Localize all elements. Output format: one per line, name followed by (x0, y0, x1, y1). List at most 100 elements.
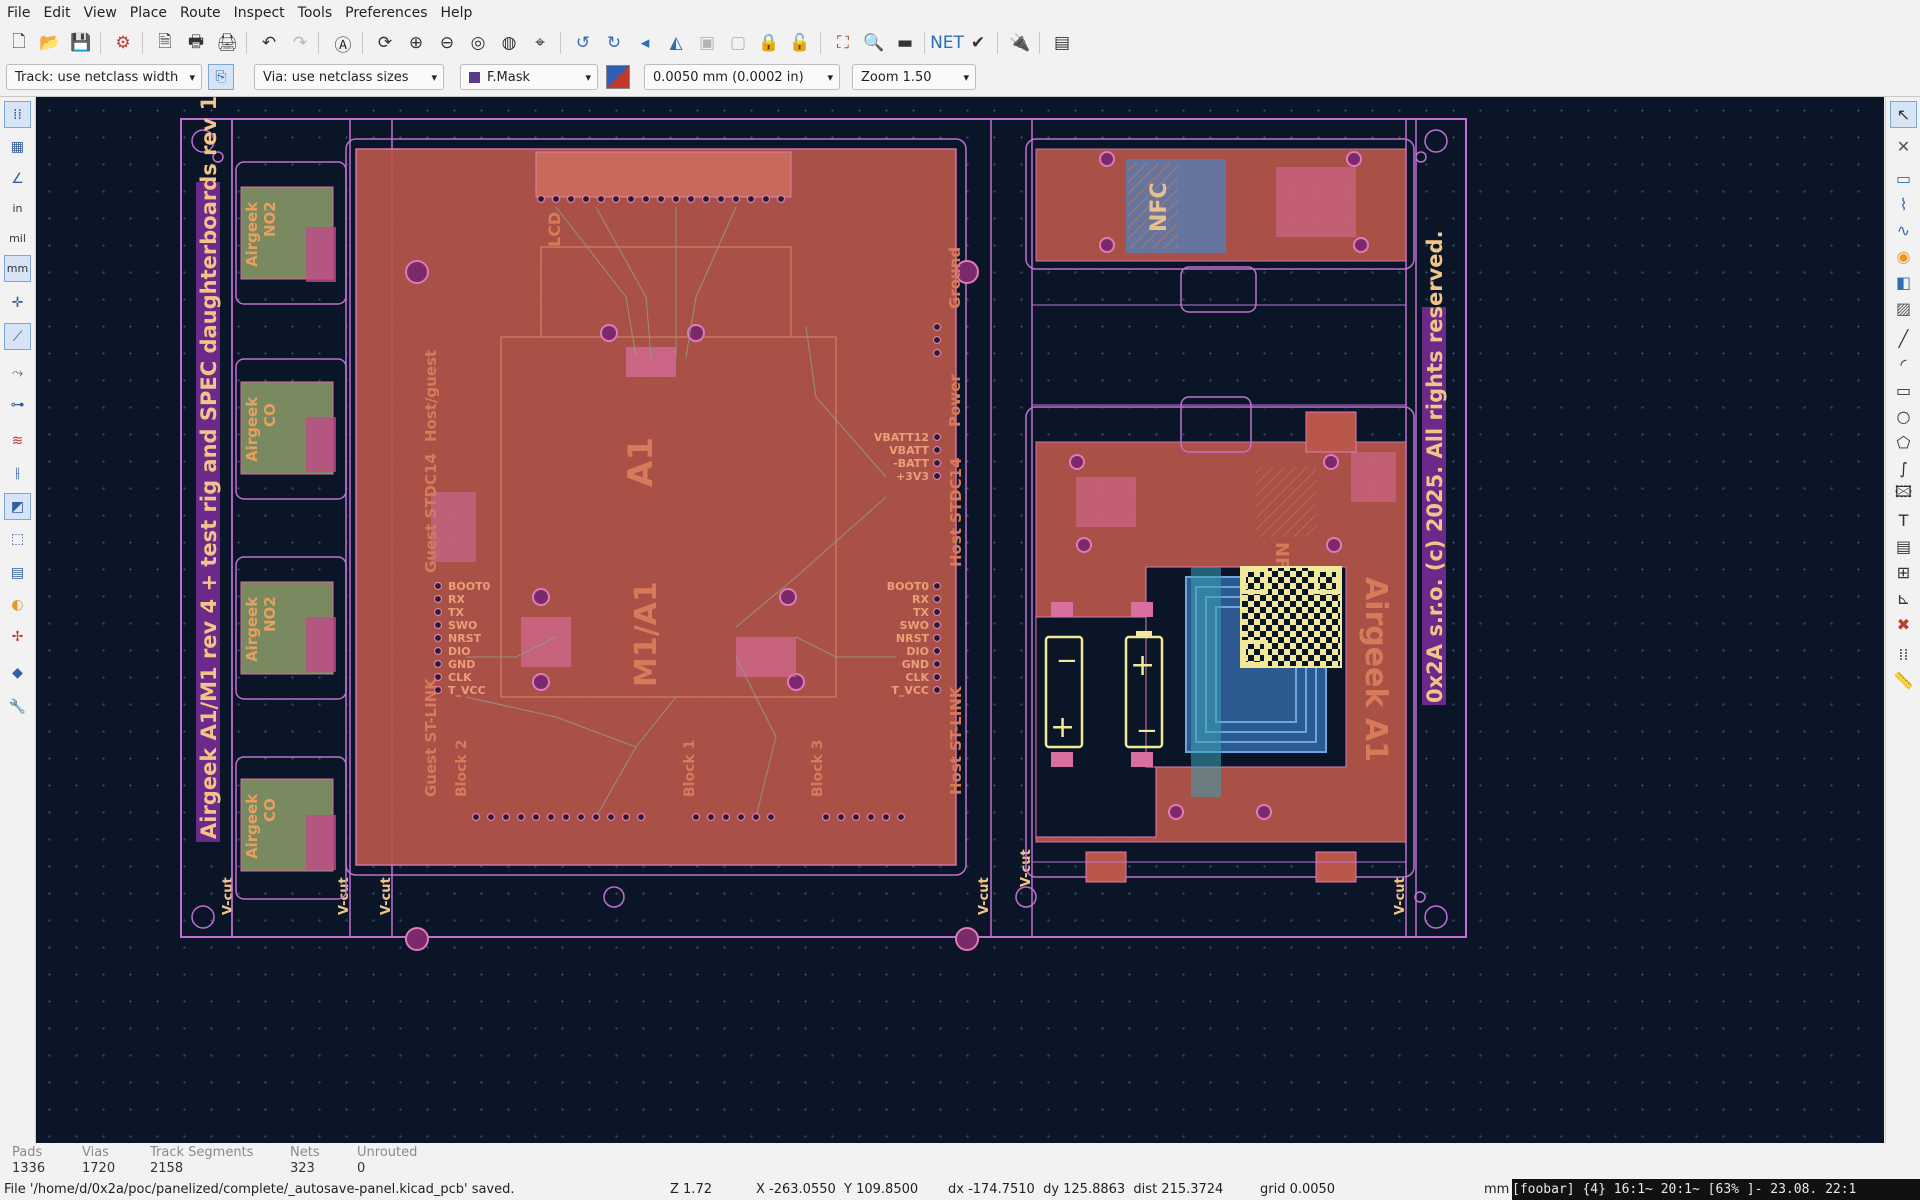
3d-viewer-icon[interactable]: ▬ (892, 30, 918, 56)
menu-tools[interactable]: Tools (291, 1, 339, 25)
chevron-down-icon: ▾ (585, 71, 591, 84)
draw-line-icon[interactable]: ╱ (1890, 325, 1917, 352)
draw-circle-icon[interactable]: ○ (1890, 403, 1917, 430)
units-mil-button[interactable]: mil (4, 225, 31, 252)
add-via-icon[interactable]: ◉ (1890, 243, 1917, 270)
zone-fill-icon[interactable]: ◩ (4, 493, 31, 520)
properties-panel-icon[interactable]: 🔧 (4, 693, 31, 720)
rotate-ccw-icon[interactable]: ↺ (570, 30, 596, 56)
curved-ratsnest-icon[interactable]: ⤳ (4, 359, 31, 386)
auto-track-width-icon[interactable]: ⎘ (208, 64, 234, 90)
draw-polygon-icon[interactable]: ⬠ (1890, 429, 1917, 456)
menu-preferences[interactable]: Preferences (338, 1, 433, 25)
delete-tool-icon[interactable]: ✖ (1890, 611, 1917, 638)
add-footprint-icon[interactable]: ▭ (1890, 165, 1917, 192)
rule-area-icon[interactable]: ▨ (1890, 295, 1917, 322)
redo-icon[interactable]: ↷ (287, 30, 313, 56)
layer-pair-icon[interactable] (606, 65, 630, 89)
drc-markers-icon[interactable]: ✢ (4, 623, 31, 650)
mirror-icon[interactable]: ◭ (663, 30, 689, 56)
zoom-objects-icon[interactable]: ◍ (496, 30, 522, 56)
add-textbox-icon[interactable]: ▤ (1890, 533, 1917, 560)
menu-place[interactable]: Place (123, 1, 173, 25)
add-dimension-icon[interactable]: ⊾ (1890, 585, 1917, 612)
footprint-browser-icon[interactable]: 🔍 (861, 30, 887, 56)
drc-icon[interactable]: ✔ (965, 30, 991, 56)
menu-route[interactable]: Route (173, 1, 227, 25)
via-size-select[interactable]: Via: use netclass sizes ▾ (254, 64, 444, 90)
open-board-icon[interactable]: 📂 (37, 30, 63, 56)
flip-vertical-icon[interactable]: ◂ (632, 30, 658, 56)
grid-overrides-icon[interactable]: ▦ (4, 133, 31, 160)
page-settings-icon[interactable]: 🗎 (152, 30, 178, 56)
pin-label: VBATT12 (874, 431, 929, 444)
measure-tool-icon[interactable]: 📏 (1890, 667, 1917, 694)
zoom-in-icon[interactable]: ⊕ (403, 30, 429, 56)
zone-outline-icon[interactable]: ⬚ (4, 525, 31, 552)
menu-view[interactable]: View (77, 1, 123, 25)
via-outline-icon[interactable]: ⫲ (4, 459, 31, 486)
lock-icon[interactable]: 🔒 (756, 30, 782, 56)
status-bar: File '/home/d/0x2a/poc/panelized/complet… (0, 1179, 1920, 1200)
menu-help[interactable]: Help (434, 1, 479, 25)
unlock-icon[interactable]: 🔓 (787, 30, 813, 56)
units-mm-button[interactable]: mm (4, 255, 31, 282)
draw-bezier-icon[interactable]: ∫ (1890, 455, 1917, 482)
layers-manager-icon[interactable]: ◆ (4, 659, 31, 686)
add-table-icon[interactable]: ⊞ (1890, 559, 1917, 586)
zoom-selection-icon[interactable]: ⌖ (527, 30, 553, 56)
menu-file[interactable]: File (0, 1, 36, 25)
undo-icon[interactable]: ↶ (256, 30, 282, 56)
menu-edit[interactable]: Edit (36, 1, 76, 25)
refresh-icon[interactable]: ⟳ (372, 30, 398, 56)
local-ratsnest-icon[interactable]: ✕ (1890, 133, 1917, 160)
terminal-status-line: [foobar] {4} 16:1~ 20:1~ [63% ]- 23.08. … (1512, 1179, 1920, 1200)
units-in-button[interactable]: in (4, 195, 31, 222)
pcb-canvas[interactable]: Airgeek A1/M1 rev 4 + test rig and SPEC … (36, 97, 1884, 1143)
zoom-out-icon[interactable]: ⊖ (434, 30, 460, 56)
chevron-down-icon: ▾ (963, 71, 969, 84)
pin-label: T_VCC (448, 684, 486, 697)
track-width-select[interactable]: Track: use netclass width ▾ (6, 64, 202, 90)
scripting-icon[interactable]: 🔌 (1007, 30, 1033, 56)
zoom-select[interactable]: Zoom 1.50 ▾ (852, 64, 976, 90)
board-setup-icon[interactable]: ⚙ (110, 30, 136, 56)
select-tool-icon[interactable]: ↖ (1890, 101, 1917, 128)
add-image-icon[interactable]: 🖾 (1890, 481, 1917, 508)
polar-coords-icon[interactable]: ∠ (4, 165, 31, 192)
highlight-net-icon[interactable]: ◐ (4, 591, 31, 618)
pin-label: BOOT0 (448, 580, 491, 593)
show-pads-icon[interactable]: ⊶ (4, 391, 31, 418)
plot-icon[interactable]: 🖨 (214, 30, 240, 56)
route-track-icon[interactable]: ⌇ (1890, 191, 1917, 218)
netlist-icon[interactable]: NET (930, 30, 964, 56)
track-outline-icon[interactable]: ≋ (4, 427, 31, 454)
ungroup-icon[interactable]: ▢ (725, 30, 751, 56)
battery-plus-icon: + (1130, 648, 1155, 683)
route-diff-pair-icon[interactable]: ∿ (1890, 217, 1917, 244)
draw-rectangle-icon[interactable]: ▭ (1890, 377, 1917, 404)
add-zone-icon[interactable]: ◧ (1890, 269, 1917, 296)
menu-inspect[interactable]: Inspect (227, 1, 291, 25)
rotate-cw-icon[interactable]: ↻ (601, 30, 627, 56)
grid-select[interactable]: 0.0050 mm (0.0002 in) ▾ (644, 64, 840, 90)
new-board-icon[interactable]: 🗋 (6, 30, 32, 56)
footprint-editor-icon[interactable]: ⛶ (830, 30, 856, 56)
group-icon[interactable]: ▣ (694, 30, 720, 56)
netclass-colors-icon[interactable]: ▤ (4, 559, 31, 586)
airgeek-a1-label: Airgeek A1 (1358, 577, 1393, 762)
grid-origin-icon[interactable]: ⁞⁞ (1890, 641, 1917, 668)
cursor-crosshair-icon[interactable]: ✛ (4, 289, 31, 316)
draw-arc-icon[interactable]: ◜ (1890, 351, 1917, 378)
find-icon[interactable]: Ⓐ (330, 30, 356, 56)
console-icon[interactable]: ▤ (1049, 30, 1075, 56)
ratsnest-icon[interactable]: ⟋ (4, 323, 31, 350)
layer-select[interactable]: F.Mask ▾ (460, 64, 598, 90)
add-text-icon[interactable]: T (1890, 507, 1917, 534)
save-board-icon[interactable]: 💾 (68, 30, 94, 56)
grid-toggle-icon[interactable]: ⁞⁞ (4, 101, 31, 128)
pin-label: TX (913, 606, 930, 619)
track-width-value: Track: use netclass width (15, 70, 179, 85)
zoom-fit-icon[interactable]: ◎ (465, 30, 491, 56)
print-icon[interactable]: 🖶 (183, 30, 209, 56)
